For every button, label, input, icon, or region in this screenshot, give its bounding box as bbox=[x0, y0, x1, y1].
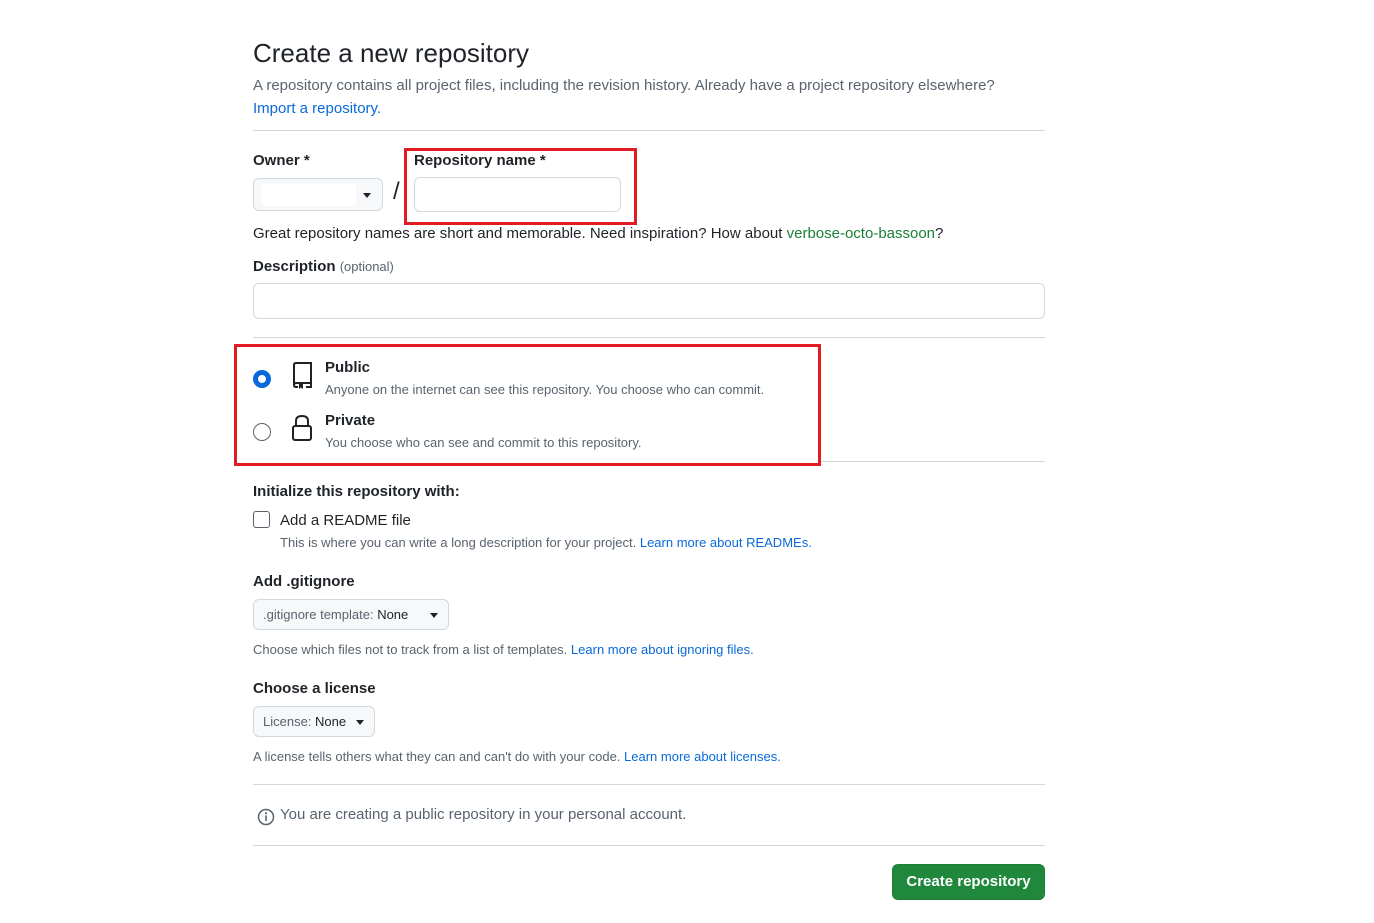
chevron-down-icon bbox=[356, 720, 364, 725]
owner-value bbox=[262, 184, 356, 206]
visibility-notice: You are creating a public repository in … bbox=[280, 806, 687, 823]
readme-label: Add a README file bbox=[280, 512, 411, 529]
gitignore-description: Choose which files not to track from a l… bbox=[253, 642, 754, 657]
readme-description-text: This is where you can write a long descr… bbox=[280, 535, 640, 550]
import-repository-link[interactable]: Import a repository. bbox=[253, 100, 381, 117]
page-title: Create a new repository bbox=[253, 38, 530, 68]
description-label-text: Description bbox=[253, 258, 336, 275]
learn-more-licenses-link[interactable]: Learn more about licenses. bbox=[624, 749, 781, 764]
owner-label: Owner * bbox=[253, 152, 310, 169]
description-input[interactable] bbox=[253, 283, 1045, 319]
private-radio[interactable] bbox=[253, 423, 271, 441]
description-label: Description (optional) bbox=[253, 258, 394, 275]
gitignore-template-dropdown[interactable]: .gitignore template: None bbox=[253, 599, 449, 630]
lock-icon bbox=[292, 414, 312, 441]
readme-description: This is where you can write a long descr… bbox=[280, 535, 812, 550]
license-dropdown[interactable]: License: None bbox=[253, 706, 375, 737]
license-description-text: A license tells others what they can and… bbox=[253, 749, 625, 764]
gitignore-description-text: Choose which files not to track from a l… bbox=[253, 642, 571, 657]
repo-icon bbox=[293, 362, 312, 389]
public-description: Anyone on the internet can see this repo… bbox=[325, 382, 765, 397]
chevron-down-icon bbox=[363, 193, 371, 198]
initialize-heading: Initialize this repository with: bbox=[253, 483, 460, 500]
repository-name-label: Repository name * bbox=[414, 152, 546, 169]
learn-more-ignoring-files-link[interactable]: Learn more about ignoring files. bbox=[571, 642, 754, 657]
gitignore-dropdown-prefix: .gitignore template: bbox=[263, 607, 378, 622]
public-title: Public bbox=[325, 359, 371, 376]
readme-checkbox[interactable] bbox=[253, 511, 270, 528]
page-subtitle: A repository contains all project files,… bbox=[253, 77, 995, 94]
license-dropdown-prefix: License: bbox=[263, 714, 316, 729]
info-icon bbox=[257, 808, 275, 826]
optional-tag: (optional) bbox=[339, 259, 394, 274]
hint-prefix: Great repository names are short and mem… bbox=[253, 225, 787, 242]
owner-select[interactable] bbox=[253, 178, 383, 211]
gitignore-dropdown-value: None bbox=[377, 607, 409, 622]
private-description: You choose who can see and commit to thi… bbox=[325, 435, 642, 450]
repository-name-input[interactable] bbox=[414, 177, 621, 212]
license-description: A license tells others what they can and… bbox=[253, 749, 781, 764]
learn-more-readmes-link[interactable]: Learn more about READMEs. bbox=[640, 535, 812, 550]
suggested-name-link[interactable]: verbose-octo-bassoon bbox=[787, 225, 935, 242]
divider bbox=[821, 461, 1045, 462]
create-repository-button[interactable]: Create repository bbox=[892, 864, 1045, 900]
hint-suffix: ? bbox=[935, 225, 944, 242]
chevron-down-icon bbox=[430, 613, 438, 618]
license-heading: Choose a license bbox=[253, 680, 376, 697]
license-dropdown-value: None bbox=[315, 714, 347, 729]
divider bbox=[253, 130, 1045, 131]
private-title: Private bbox=[325, 412, 376, 429]
divider bbox=[253, 784, 1045, 785]
owner-repo-separator: / bbox=[393, 178, 400, 205]
divider bbox=[253, 845, 1045, 846]
public-radio[interactable] bbox=[253, 370, 271, 388]
gitignore-heading: Add .gitignore bbox=[253, 573, 355, 590]
repository-name-hint: Great repository names are short and mem… bbox=[253, 225, 943, 242]
divider bbox=[253, 337, 1045, 338]
